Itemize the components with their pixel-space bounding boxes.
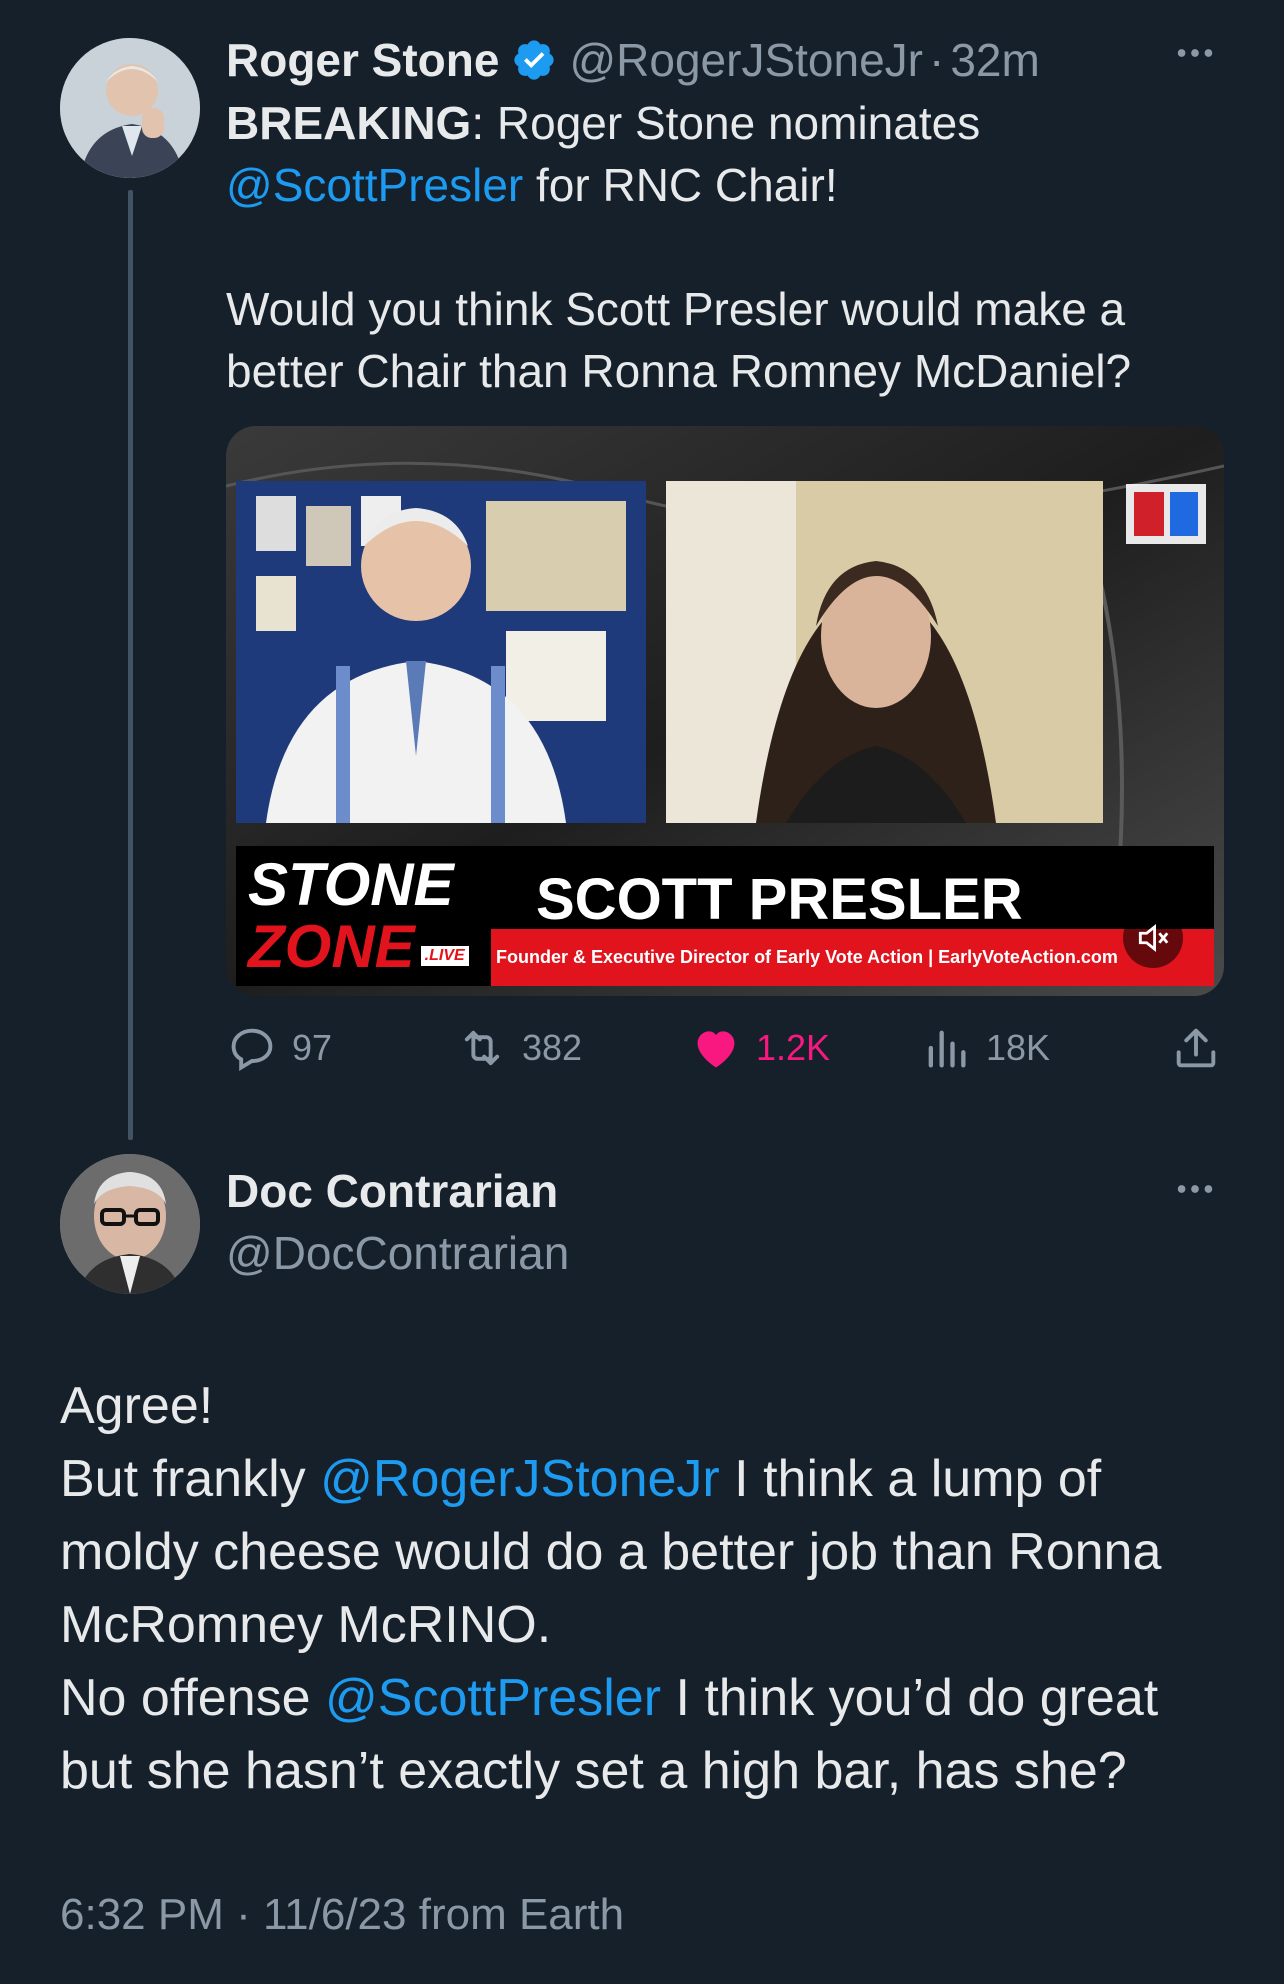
author-handle[interactable]: @RogerJStoneJr (569, 33, 923, 87)
video-player[interactable]: STONE ZONE .LIVE SCOTT PRESLER Founder &… (226, 426, 1224, 996)
more-options-button[interactable] (1172, 30, 1218, 87)
show-logo-line-1: STONE (248, 851, 454, 918)
breaking-label: BREAKING (226, 97, 472, 149)
avatar-image (60, 1154, 200, 1294)
share-icon (1176, 1028, 1216, 1068)
mention-scottpresler[interactable]: @ScottPresler (325, 1669, 661, 1727)
reply-line-3: moldy cheese would do a better job than … (60, 1523, 1162, 1581)
guest-title: Founder & Executive Director of Early Vo… (496, 947, 1118, 967)
reply-author-handle[interactable]: @DocContrarian (226, 1226, 569, 1280)
views-chart-icon (928, 1030, 966, 1068)
reply-line-4: McRomney McRINO. (60, 1596, 552, 1654)
more-horizontal-icon (1177, 49, 1213, 57)
reply-timestamp[interactable]: 6:32 PM · 11/6/23 from Earth (60, 1890, 624, 1940)
reply-body: Agree! But frankly @RogerJStoneJr I thin… (60, 1370, 1260, 1808)
tweet-line-3: Would you think Scott Presler would make… (226, 283, 1126, 335)
tweet-line-2: for RNC Chair! (523, 159, 838, 211)
avatar-doc-contrarian[interactable] (60, 1154, 200, 1294)
reply-action[interactable]: 97 (226, 1022, 332, 1074)
avatar-image (60, 38, 200, 178)
share-action[interactable] (1170, 1022, 1222, 1074)
reply-count: 97 (292, 1027, 333, 1068)
show-logo: STONE ZONE .LIVE (248, 854, 488, 978)
like-action[interactable]: 1.2K (690, 1022, 830, 1074)
reply-line-6: but she hasn’t exactly set a high bar, h… (60, 1742, 1127, 1800)
more-horizontal-icon (1177, 1185, 1213, 1193)
retweet-action[interactable]: 382 (456, 1022, 582, 1074)
views-action[interactable]: 18K (920, 1022, 1050, 1074)
author-name[interactable]: Roger Stone (226, 33, 499, 87)
reply-line-5b: I think you’d do great (661, 1669, 1159, 1727)
tweet-line-4: better Chair than Ronna Romney McDaniel? (226, 345, 1132, 397)
tweet-header: Roger Stone @RogerJStoneJr · 32m (226, 28, 1040, 92)
reply-line-2a: But frankly (60, 1450, 321, 1508)
reply-line-1: Agree! (60, 1377, 214, 1435)
retweet-count: 382 (522, 1027, 583, 1068)
reply-author-name[interactable]: Doc Contrarian (226, 1164, 558, 1218)
mention-scottpresler[interactable]: @ScottPresler (226, 159, 523, 211)
reply-line-5a: No offense (60, 1669, 326, 1727)
volume-muted-icon (1138, 923, 1169, 953)
tweet-body: BREAKING: Roger Stone nominates @ScottPr… (226, 92, 1236, 402)
avatar-roger-stone[interactable] (60, 38, 200, 178)
reply-more-options-button[interactable] (1172, 1166, 1218, 1223)
like-count: 1.2K (756, 1027, 831, 1068)
live-badge: .LIVE (420, 946, 469, 966)
handle-time-separator: · (928, 34, 945, 86)
guest-name: SCOTT PRESLER (536, 867, 1023, 932)
tweet-time[interactable]: 32m (950, 33, 1039, 87)
thread-line (128, 190, 133, 1140)
view-count: 18K (986, 1027, 1051, 1068)
mention-rogerjstonejr[interactable]: @RogerJStoneJr (320, 1450, 720, 1508)
heart-filled-icon (697, 1031, 735, 1068)
verified-badge-icon (514, 40, 555, 80)
reply-line-2b: I think a lump of (719, 1450, 1102, 1508)
show-logo-line-2: ZONE (248, 913, 415, 980)
reply-icon (231, 1028, 273, 1071)
mute-button[interactable] (1123, 908, 1183, 968)
tweet-line-1: : Roger Stone nominates (471, 97, 981, 149)
retweet-icon (464, 1030, 500, 1066)
